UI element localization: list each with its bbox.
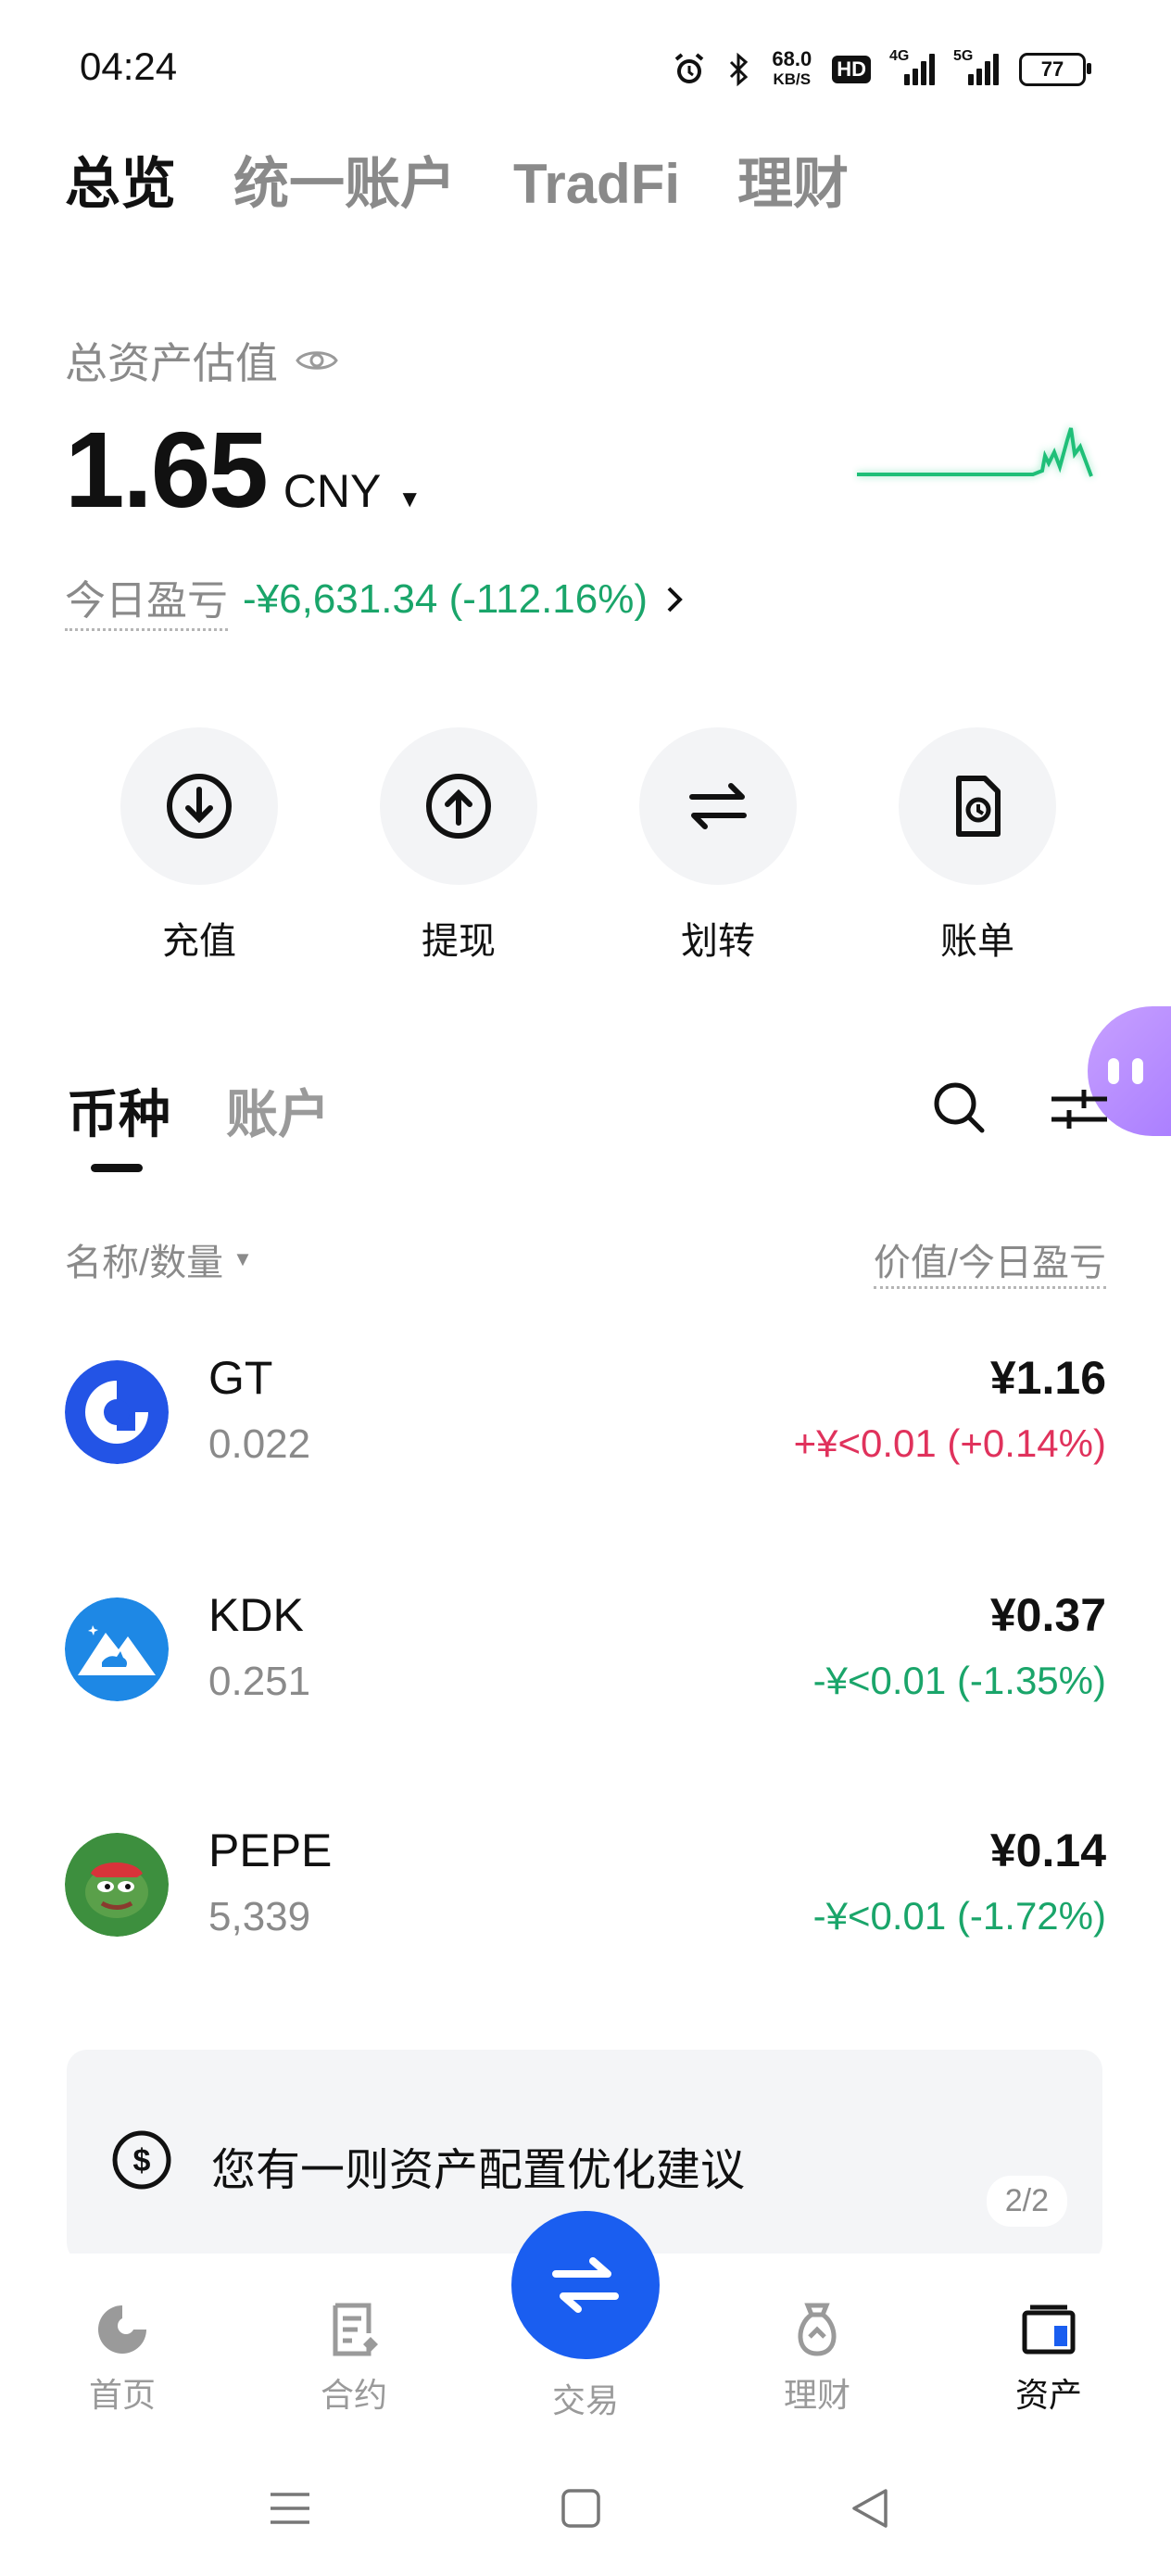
total-asset-number: 1.65	[65, 410, 269, 530]
nav-assets[interactable]: 资产	[975, 2300, 1123, 2417]
signal-5g-icon: 5G	[953, 48, 999, 85]
dollar-icon: $	[112, 2130, 171, 2190]
withdraw-icon-wrap	[380, 727, 537, 885]
total-asset-label-text: 总资产估值	[65, 339, 278, 387]
total-asset-value: 1.65 CNY ▼	[65, 408, 422, 532]
signal-4g-icon: 4G	[889, 48, 935, 85]
coin-symbol: GT	[208, 1352, 273, 1404]
tab-tradfi[interactable]: TradFi	[513, 152, 680, 216]
nav-finance[interactable]: 理财	[743, 2300, 891, 2417]
tab-account[interactable]: 账户	[226, 1073, 330, 1148]
sort-name-label: 名称/数量	[65, 1243, 224, 1283]
tab-finance[interactable]: 理财	[737, 139, 849, 220]
tab-overview[interactable]: 总览	[65, 139, 176, 220]
caret-down-icon[interactable]: ▼	[397, 485, 422, 513]
withdraw-button[interactable]: 提现	[380, 727, 537, 965]
coin-row-gt[interactable]: GT 0.022 ¥1.16 +¥<0.01 (+0.14%)	[65, 1351, 1106, 1490]
deposit-label: 充值	[162, 921, 236, 962]
nav-home[interactable]: 首页	[48, 2300, 196, 2417]
coin-quantity: 0.251	[208, 1659, 311, 1704]
network-speed: 68.0 KB/S	[772, 47, 812, 89]
coin-tabs: 币种 账户	[67, 1073, 330, 1148]
suggestion-page-indicator: 2/2	[986, 2176, 1067, 2227]
withdraw-icon	[426, 774, 491, 839]
top-tabs: 总览 统一账户 TradFi 理财	[65, 139, 849, 220]
status-icons: 68.0 KB/S HD 4G 5G 77	[672, 46, 1091, 93]
sort-caret-icon: ▼	[233, 1247, 253, 1270]
bill-button[interactable]: 账单	[899, 727, 1056, 965]
battery-icon: 77	[1019, 53, 1091, 86]
asset-sparkline[interactable]	[852, 389, 1102, 491]
status-time: 04:24	[80, 44, 178, 88]
chevron-right-icon	[667, 587, 683, 612]
currency-selector[interactable]: CNY	[283, 464, 382, 518]
today-pnl[interactable]: 今日盈亏 -¥6,631.34 (-112.16%)	[65, 567, 686, 631]
transfer-label: 划转	[681, 921, 755, 962]
pepe-logo-icon	[65, 1833, 169, 1937]
coin-quantity: 0.022	[208, 1421, 311, 1467]
bill-label: 账单	[940, 921, 1014, 962]
home-icon	[98, 2305, 146, 2354]
deposit-icon-wrap	[120, 727, 278, 885]
today-pnl-label: 今日盈亏	[65, 567, 228, 631]
transfer-icon-wrap	[639, 727, 797, 885]
sort-value-pnl[interactable]: 价值/今日盈亏	[873, 1232, 1106, 1289]
finance-icon	[798, 2303, 837, 2356]
bill-icon-wrap	[899, 727, 1056, 885]
contract-icon	[333, 2303, 378, 2356]
coin-quantity: 5,339	[208, 1894, 311, 1939]
nav-trade-label: 交易	[551, 2381, 619, 2419]
coin-symbol: KDK	[208, 1589, 304, 1641]
menu-icon[interactable]	[269, 2487, 311, 2530]
tab-currency[interactable]: 币种	[67, 1073, 170, 1148]
nav-contract[interactable]: 合约	[280, 2300, 428, 2417]
sort-name-quantity[interactable]: 名称/数量 ▼	[65, 1232, 253, 1286]
kdk-logo-icon	[65, 1597, 169, 1701]
coin-value: ¥1.16	[989, 1352, 1106, 1404]
search-icon[interactable]	[926, 1075, 991, 1140]
coin-value: ¥0.37	[989, 1589, 1106, 1641]
nav-home-label: 首页	[88, 2376, 156, 2414]
total-asset-label: 总资产估值	[65, 330, 339, 391]
coin-pnl: -¥<0.01 (-1.72%)	[812, 1894, 1106, 1938]
today-pnl-value: -¥6,631.34 (-112.16%)	[243, 575, 648, 622]
coin-pnl: +¥<0.01 (+0.14%)	[793, 1421, 1106, 1465]
eye-icon[interactable]	[295, 347, 339, 374]
system-nav-bar	[0, 2446, 1171, 2576]
assets-icon	[1022, 2305, 1076, 2355]
alarm-icon	[675, 53, 704, 83]
bottom-nav: 首页 合约 交易 理财 资产	[0, 2211, 1171, 2439]
coin-pnl: -¥<0.01 (-1.35%)	[812, 1659, 1106, 1702]
withdraw-label: 提现	[422, 921, 496, 962]
bill-icon	[956, 776, 1001, 837]
trade-button[interactable]	[511, 2211, 660, 2359]
tab-unified-account[interactable]: 统一账户	[233, 139, 456, 220]
suggestion-text: 您有一则资产配置优化建议	[211, 2146, 746, 2195]
back-icon[interactable]	[849, 2487, 891, 2530]
nav-finance-label: 理财	[783, 2376, 850, 2414]
transfer-icon	[689, 783, 747, 829]
deposit-button[interactable]: 充值	[120, 727, 278, 965]
deposit-icon	[167, 774, 232, 839]
coin-symbol: PEPE	[208, 1825, 333, 1876]
home-square-icon[interactable]	[560, 2487, 602, 2530]
coin-row-kdk[interactable]: KDK 0.251 ¥0.37 -¥<0.01 (-1.35%)	[65, 1588, 1106, 1727]
hd-badge: HD	[832, 56, 871, 83]
tab-active-indicator	[91, 1164, 143, 1172]
quick-actions: 充值 提现 划转 账单	[120, 727, 1056, 965]
coin-row-pepe[interactable]: PEPE 5,339 ¥0.14 -¥<0.01 (-1.72%)	[65, 1824, 1106, 1963]
nav-contract-label: 合约	[320, 2376, 387, 2414]
nav-assets-label: 资产	[1014, 2376, 1082, 2414]
trade-icon	[552, 2257, 619, 2313]
coin-value: ¥0.14	[989, 1825, 1106, 1876]
bluetooth-icon	[730, 52, 749, 87]
svg-text:$: $	[133, 2143, 151, 2178]
transfer-button[interactable]: 划转	[639, 727, 797, 965]
filter-icon[interactable]	[1047, 1077, 1112, 1142]
gt-logo-icon	[65, 1360, 169, 1464]
